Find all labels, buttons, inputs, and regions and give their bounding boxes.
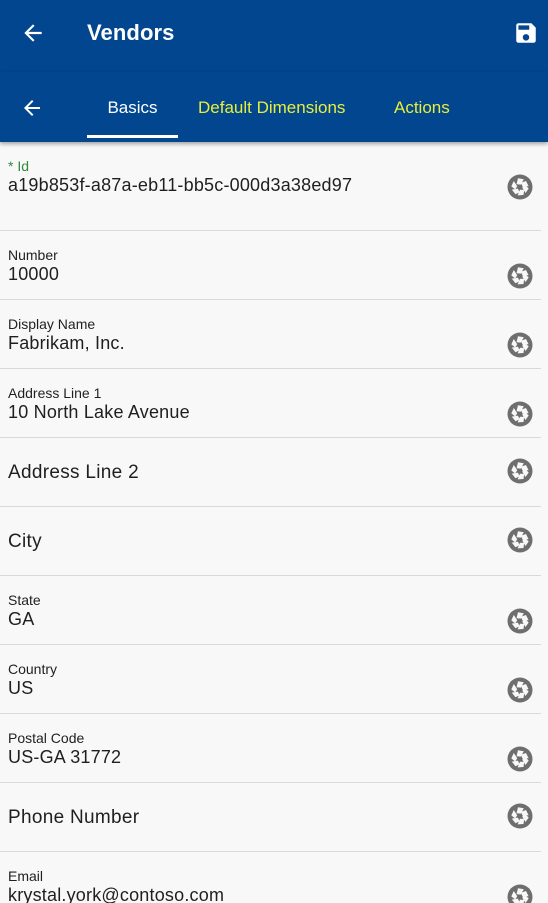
camera-shutter-icon[interactable] xyxy=(507,746,533,772)
camera-shutter-icon[interactable] xyxy=(507,174,533,200)
field-id[interactable]: * Id a19b853f-a87a-eb11-bb5c-000d3a38ed9… xyxy=(0,143,541,231)
field-placeholder[interactable]: Address Line 2 xyxy=(8,462,139,484)
field-value[interactable]: US xyxy=(8,678,33,699)
field-value[interactable]: US-GA 31772 xyxy=(8,747,121,768)
field-label: * Id xyxy=(8,158,30,174)
field-value[interactable]: Fabrikam, Inc. xyxy=(8,333,125,354)
field-label: Number xyxy=(8,247,58,263)
camera-shutter-icon[interactable] xyxy=(507,401,533,427)
field-label: Address Line 1 xyxy=(8,385,102,401)
field-value[interactable]: a19b853f-a87a-eb11-bb5c-000d3a38ed97 xyxy=(8,175,352,196)
field-label: Display Name xyxy=(8,316,96,332)
camera-shutter-icon[interactable] xyxy=(507,263,533,289)
camera-shutter-icon[interactable] xyxy=(507,332,533,358)
field-label: Email xyxy=(8,868,44,884)
active-tab-indicator xyxy=(87,135,178,138)
camera-shutter-icon[interactable] xyxy=(507,608,533,634)
camera-shutter-icon[interactable] xyxy=(507,527,533,553)
field-number[interactable]: Number 10000 xyxy=(0,231,541,300)
field-label: Postal Code xyxy=(8,730,85,746)
camera-shutter-icon[interactable] xyxy=(507,677,533,703)
field-placeholder[interactable]: Phone Number xyxy=(8,807,139,829)
field-email[interactable]: Email krystal.york@contoso.com xyxy=(0,852,541,903)
field-value[interactable]: 10 North Lake Avenue xyxy=(8,402,190,423)
field-city[interactable]: City xyxy=(0,507,541,576)
field-phone-number[interactable]: Phone Number xyxy=(0,783,541,852)
field-value[interactable]: 10000 xyxy=(8,264,59,285)
tab-bar: Basics Default Dimensions Actions xyxy=(0,72,548,142)
tab-basics[interactable]: Basics xyxy=(87,98,178,118)
save-icon[interactable] xyxy=(513,20,539,46)
field-value[interactable]: krystal.york@contoso.com xyxy=(8,885,224,903)
field-country[interactable]: Country US xyxy=(0,645,541,714)
field-display-name[interactable]: Display Name Fabrikam, Inc. xyxy=(0,300,541,369)
vendor-form: * Id a19b853f-a87a-eb11-bb5c-000d3a38ed9… xyxy=(0,143,548,903)
camera-shutter-icon[interactable] xyxy=(507,884,533,903)
tab-actions[interactable]: Actions xyxy=(394,98,450,118)
field-placeholder[interactable]: City xyxy=(8,531,42,553)
camera-shutter-icon[interactable] xyxy=(507,458,533,484)
camera-shutter-icon[interactable] xyxy=(507,803,533,829)
field-value[interactable]: GA xyxy=(8,609,34,630)
field-postal-code[interactable]: Postal Code US-GA 31772 xyxy=(0,714,541,783)
page-title: Vendors xyxy=(87,20,175,45)
field-address-line-2[interactable]: Address Line 2 xyxy=(0,438,541,507)
app-bar: Vendors xyxy=(0,0,548,72)
tab-back-arrow-icon[interactable] xyxy=(20,96,44,120)
field-label: Country xyxy=(8,661,58,677)
field-address-line-1[interactable]: Address Line 1 10 North Lake Avenue xyxy=(0,369,541,438)
field-state[interactable]: State GA xyxy=(0,576,541,645)
tab-default-dimensions[interactable]: Default Dimensions xyxy=(198,98,345,118)
back-arrow-icon[interactable] xyxy=(20,20,46,46)
field-label: State xyxy=(8,592,41,608)
